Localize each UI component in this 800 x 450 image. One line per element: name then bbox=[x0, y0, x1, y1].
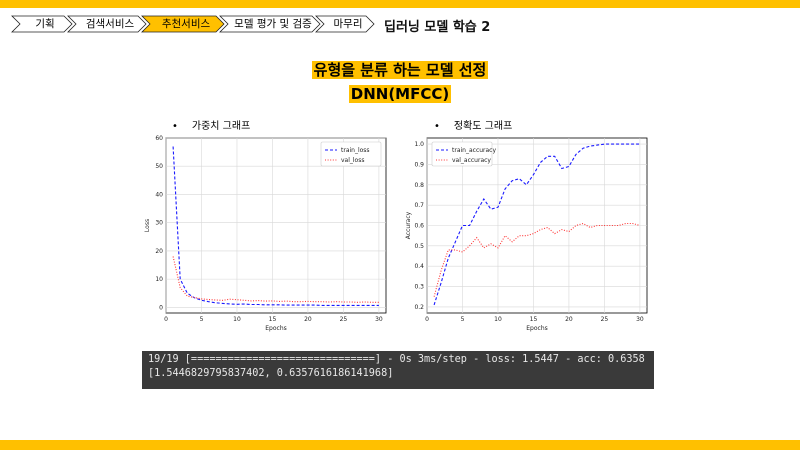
training-console-output: 19/19 [==============================] -… bbox=[142, 351, 654, 389]
legend-label: train_loss bbox=[341, 147, 370, 154]
y-tick-label: 20 bbox=[155, 248, 163, 255]
nav-step-plan[interactable]: 기획 bbox=[20, 17, 70, 31]
x-tick-label: 15 bbox=[269, 316, 277, 323]
bottom-accent-bar bbox=[0, 440, 800, 450]
y-tick-label: 60 bbox=[155, 135, 163, 142]
x-tick-label: 25 bbox=[340, 316, 348, 323]
bullet-loss-graph: • 가중치 그래프 bbox=[172, 117, 250, 132]
legend-label: val_accuracy bbox=[452, 157, 491, 164]
y-tick-label: 0.8 bbox=[414, 182, 424, 189]
x-tick-label: 15 bbox=[530, 316, 538, 323]
x-axis-label: Epochs bbox=[526, 325, 548, 332]
x-tick-label: 10 bbox=[494, 316, 502, 323]
x-tick-label: 25 bbox=[601, 316, 609, 323]
y-tick-label: 10 bbox=[155, 276, 163, 283]
x-tick-label: 5 bbox=[200, 316, 204, 323]
x-tick-label: 10 bbox=[233, 316, 241, 323]
legend-label: val_loss bbox=[341, 157, 364, 164]
x-tick-label: 5 bbox=[461, 316, 465, 323]
y-tick-label: 0.7 bbox=[414, 202, 424, 209]
x-tick-label: 20 bbox=[565, 316, 573, 323]
slide-title-text: 유형을 분류 하는 모델 선정 bbox=[311, 61, 489, 79]
y-tick-label: 30 bbox=[155, 220, 163, 227]
x-tick-label: 20 bbox=[304, 316, 312, 323]
x-tick-label: 30 bbox=[636, 316, 644, 323]
y-tick-label: 40 bbox=[155, 191, 163, 198]
legend: train_accuracy val_accuracy bbox=[431, 141, 496, 167]
nav-step-model-evaluation[interactable]: 모델 평가 및 검증 bbox=[228, 17, 318, 31]
nav-step-wrap-up[interactable]: 마무리 bbox=[324, 17, 372, 31]
nav-step-recommend-service[interactable]: 추천서비스 bbox=[150, 17, 222, 31]
y-axis-label: Accuracy bbox=[405, 211, 412, 239]
x-tick-label: 0 bbox=[164, 316, 168, 323]
deck-title: 딥러닝 모델 학습 2 bbox=[384, 20, 491, 35]
y-tick-label: 0 bbox=[159, 304, 163, 311]
y-tick-label: 1.0 bbox=[414, 141, 424, 148]
legend: train_loss val_loss bbox=[320, 141, 382, 167]
bullet-accuracy-label: 정확도 그래프 bbox=[453, 121, 513, 132]
bullet-loss-label: 가중치 그래프 bbox=[191, 121, 251, 132]
loss-chart: 0 5 10 15 20 25 30 0 10 20 30 40 50 60 Epochs Loss train… bbox=[144, 135, 387, 332]
y-tick-label: 0.3 bbox=[414, 284, 424, 291]
slide-subtitle-text: DNN(MFCC) bbox=[348, 85, 452, 103]
console-line-1: 19/19 [==============================] -… bbox=[148, 354, 645, 365]
x-tick-label: 0 bbox=[425, 316, 429, 323]
accuracy-chart: 0 5 10 15 20 25 30 0.2 0.3 0.4 0.5 0.6 0.7 0.8 0.9 1.0 E… bbox=[405, 137, 648, 332]
bullet-marker: • bbox=[172, 121, 178, 132]
console-line-2: [1.5446829795837402, 0.6357616186141968] bbox=[148, 368, 394, 379]
nav-step-search-service[interactable]: 검색서비스 bbox=[76, 17, 144, 31]
legend-label: train_accuracy bbox=[452, 147, 496, 154]
slide-subtitle: DNN(MFCC) bbox=[0, 85, 800, 103]
y-tick-label: 0.5 bbox=[414, 243, 424, 250]
y-tick-label: 0.9 bbox=[414, 161, 424, 168]
y-tick-label: 0.4 bbox=[414, 263, 424, 270]
x-tick-label: 30 bbox=[375, 316, 383, 323]
y-tick-label: 0.2 bbox=[414, 304, 424, 311]
bullet-marker: • bbox=[434, 121, 440, 132]
slide-title: 유형을 분류 하는 모델 선정 bbox=[0, 59, 800, 80]
bullet-accuracy-graph: • 정확도 그래프 bbox=[434, 117, 512, 132]
y-axis-label: Loss bbox=[144, 219, 151, 232]
y-tick-label: 50 bbox=[155, 163, 163, 170]
y-tick-label: 0.6 bbox=[414, 223, 424, 230]
x-axis-label: Epochs bbox=[265, 325, 287, 332]
